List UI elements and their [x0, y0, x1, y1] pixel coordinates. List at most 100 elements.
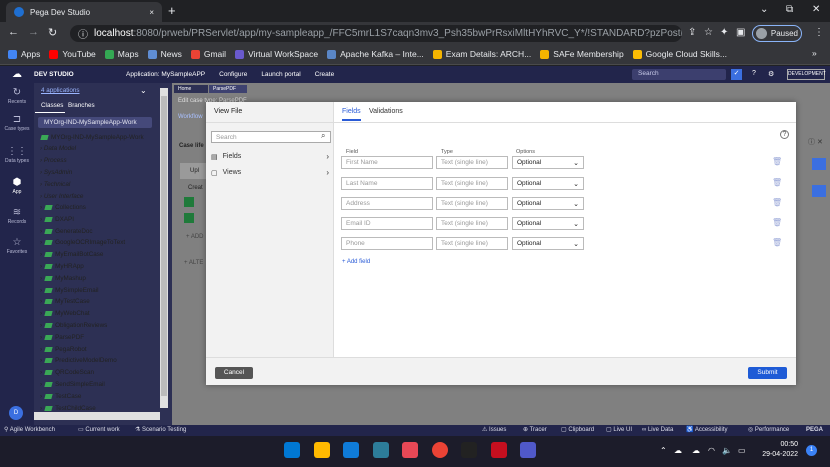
applications-link[interactable]: 4 applications: [41, 87, 80, 94]
modal-search-input[interactable]: Search: [211, 131, 331, 143]
field-option-select[interactable]: Optional ⌄: [512, 177, 584, 190]
field-name-input[interactable]: Address: [341, 197, 433, 210]
field-type-input[interactable]: Text (single line): [436, 217, 508, 230]
field-option-select[interactable]: Optional ⌄: [512, 217, 584, 230]
bookmark-item[interactable]: News: [147, 49, 182, 59]
tab-branches[interactable]: Branches: [68, 102, 95, 109]
help-icon[interactable]: ⓘ ✕: [808, 137, 823, 147]
tree-class-item[interactable]: › MyWebChat: [40, 310, 90, 317]
devbar-item-tracer[interactable]: ⊕ Tracer: [523, 425, 547, 436]
help-icon[interactable]: ?: [780, 130, 789, 139]
split-view-icon[interactable]: ▣: [736, 27, 745, 38]
onedrive-icon[interactable]: ☁: [692, 446, 700, 455]
field-name-input[interactable]: Last Name: [341, 177, 433, 190]
system-clock[interactable]: 00:50 29-04-2022: [756, 440, 798, 460]
configure-menu[interactable]: Configure: [219, 71, 247, 78]
tree-class-item[interactable]: › SendSimpleEmail: [40, 381, 105, 388]
rail-item-data-types[interactable]: ⋮⋮ Data types: [0, 146, 34, 164]
alternate-stage-button[interactable]: + ALTE: [184, 260, 203, 266]
rail-item-app[interactable]: ⬢ App: [0, 177, 34, 195]
tree-class-item[interactable]: › MyTestCase: [40, 298, 90, 305]
tab-classes[interactable]: Classes: [41, 102, 63, 109]
devbar-item-performance[interactable]: ◎ Performance: [748, 425, 789, 436]
devbar-item-issues[interactable]: ⚠ Issues: [482, 425, 506, 436]
tree-class-item[interactable]: › TestCase: [40, 393, 81, 400]
tree-class-item[interactable]: › PegaRobot: [40, 346, 87, 353]
devbar-item-agile-workbench[interactable]: ⚲ Agile Workbench: [4, 425, 55, 436]
bookmark-item[interactable]: Apps: [8, 49, 40, 59]
step-icon[interactable]: [184, 197, 194, 207]
tree-class-item[interactable]: › DXAPI: [40, 216, 74, 223]
tab-validations[interactable]: Validations: [369, 108, 403, 115]
sidebar-item-fields[interactable]: ▤ Fields ›: [211, 152, 329, 161]
tree-category[interactable]: › User Interface: [40, 193, 83, 200]
tree-class-item[interactable]: › QRCodeScan: [40, 369, 94, 376]
rail-item-records[interactable]: ≋ Records: [0, 207, 34, 225]
delete-icon[interactable]: 🗑: [772, 218, 782, 227]
rail-item-recents[interactable]: ↻ Recents: [0, 87, 34, 105]
delete-icon[interactable]: 🗑: [772, 157, 782, 166]
tree-category[interactable]: › Technical: [40, 181, 70, 188]
add-field-button[interactable]: + Add field: [342, 259, 370, 265]
devbar-item-live-data[interactable]: ∞ Live Data: [642, 425, 673, 436]
field-type-input[interactable]: Text (single line): [436, 197, 508, 210]
extensions-icon[interactable]: ✦: [720, 27, 728, 38]
application-menu[interactable]: Application: MySampleAPP: [126, 71, 205, 78]
battery-icon[interactable]: ▭: [738, 446, 746, 455]
field-name-input[interactable]: Email ID: [341, 217, 433, 230]
chevron-down-icon[interactable]: ⌄: [140, 86, 147, 95]
devbar-item-clipboard[interactable]: ▢ Clipboard: [561, 425, 594, 436]
new-tab-button[interactable]: +: [168, 3, 176, 18]
tab-home[interactable]: Home: [174, 85, 208, 93]
search-icon[interactable]: ⌕: [321, 131, 325, 141]
tree-class-item[interactable]: › TestChildCase: [40, 405, 96, 412]
restore-window-icon[interactable]: ⧉: [786, 4, 793, 15]
studio-switcher[interactable]: DEV STUDIO: [34, 71, 120, 78]
tab-parsepdf[interactable]: ParsePDF: [209, 85, 247, 93]
chevron-up-icon[interactable]: ⌃: [660, 446, 667, 455]
rail-item-case-types[interactable]: ⊐ Case types: [0, 114, 34, 132]
teams-icon[interactable]: [520, 442, 536, 458]
tree-class-item[interactable]: › Collections: [40, 204, 86, 211]
tree-class-item[interactable]: › MySimpleEmail: [40, 287, 99, 294]
rail-item-favorites[interactable]: ☆ Favorites: [0, 237, 34, 255]
field-type-input[interactable]: Text (single line): [436, 177, 508, 190]
devbar-item-accessibility[interactable]: ♿ Accessibility: [686, 425, 728, 436]
notification-badge[interactable]: 1: [806, 445, 817, 456]
bookmark-item[interactable]: Gmail: [190, 49, 226, 59]
create-menu[interactable]: Create: [315, 71, 335, 78]
step-icon[interactable]: [184, 213, 194, 223]
tree-category[interactable]: › Data Model: [40, 145, 76, 152]
bookmark-item[interactable]: YouTube: [49, 49, 96, 59]
star-icon[interactable]: ☆: [704, 27, 713, 38]
settings-icon[interactable]: ⚙: [768, 70, 774, 78]
tree-category[interactable]: › Process: [40, 157, 67, 164]
weather-icon[interactable]: ☁: [674, 446, 682, 455]
pega-logo-icon[interactable]: ☁: [0, 69, 34, 80]
horizontal-scrollbar[interactable]: [34, 412, 160, 420]
field-name-input[interactable]: First Name: [341, 156, 433, 169]
delete-icon[interactable]: 🗑: [772, 238, 782, 247]
stage-upload[interactable]: Upl: [180, 163, 208, 179]
photos-icon[interactable]: [402, 442, 418, 458]
devbar-item-current-work[interactable]: ▭ Current work: [78, 425, 120, 436]
tab-workflow[interactable]: Workflow: [178, 114, 203, 120]
file-explorer-icon[interactable]: [313, 442, 330, 458]
profile-button[interactable]: Paused: [752, 25, 802, 42]
tree-class-item[interactable]: › MyMashup: [40, 275, 86, 282]
submit-button[interactable]: Submit: [748, 367, 787, 379]
side-panel-tab[interactable]: [812, 158, 826, 170]
tab-fields[interactable]: Fields: [342, 108, 361, 121]
field-type-input[interactable]: Text (single line): [436, 237, 508, 250]
address-bar[interactable]: ⓘ localhost:8080/prweb/PRServlet/app/my-…: [70, 25, 682, 42]
windows-start-icon[interactable]: [284, 442, 300, 458]
tree-class-item[interactable]: › PredictiveModelDemo: [40, 357, 117, 364]
close-tab-icon[interactable]: ×: [149, 8, 154, 17]
browser-tab[interactable]: Pega Dev Studio ×: [6, 2, 162, 22]
bookmark-item[interactable]: Virtual WorkSpace: [235, 49, 318, 59]
field-option-select[interactable]: Optional ⌄: [512, 197, 584, 210]
devbar-item-pega[interactable]: PEGA: [806, 425, 823, 436]
tree-class-item[interactable]: › ParsePDF: [40, 334, 84, 341]
check-icon[interactable]: ✓: [731, 69, 742, 80]
tree-class-item[interactable]: › ObligationReviews: [40, 322, 107, 329]
